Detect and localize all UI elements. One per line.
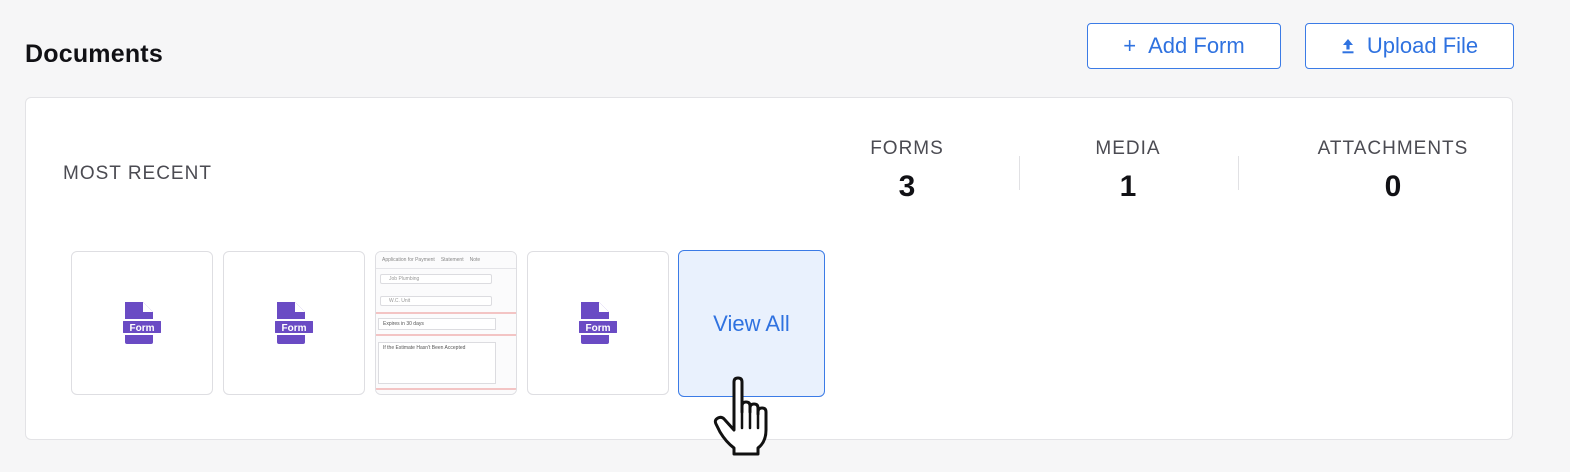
document-thumbnail: Application for Payment Statement Note J… — [376, 252, 516, 394]
upload-icon — [1341, 38, 1355, 54]
recent-form-tile[interactable]: Form — [71, 251, 213, 395]
attachments-stat-label: ATTACHMENTS — [1317, 138, 1469, 159]
form-icon-text: Form — [130, 323, 155, 334]
thumbnail-select: Expires in 30 days — [378, 318, 496, 330]
form-icon: Form — [121, 302, 163, 344]
view-all-button[interactable]: View All — [678, 250, 825, 397]
thumbnail-tab: Application for Payment — [382, 257, 435, 263]
thumbnail-field: W.C. Unit — [380, 296, 492, 306]
add-form-button[interactable]: + Add Form — [1087, 23, 1281, 69]
forms-stat-label: FORMS — [870, 138, 944, 159]
media-stat: MEDIA 1 — [1028, 138, 1228, 204]
media-stat-label: MEDIA — [1095, 138, 1161, 159]
add-form-label: Add Form — [1148, 33, 1245, 58]
thumbnail-tabs: Application for Payment Statement Note — [376, 252, 516, 269]
form-icon: Form — [273, 302, 315, 344]
form-icon-text: Form — [282, 323, 307, 334]
hand-cursor-icon — [713, 376, 768, 456]
most-recent-label: MOST RECENT — [63, 163, 212, 184]
attachments-stat: ATTACHMENTS 0 — [1293, 138, 1493, 204]
recent-form-tile[interactable]: Form — [527, 251, 669, 395]
thumbnail-field: Job Plumbing — [380, 274, 492, 284]
recent-form-tile[interactable]: Form — [223, 251, 365, 395]
form-icon: Form — [577, 302, 619, 344]
attachments-stat-value: 0 — [1384, 170, 1402, 203]
stat-divider — [1238, 156, 1239, 190]
form-icon-text: Form — [586, 323, 611, 334]
forms-stat-value: 3 — [898, 170, 916, 203]
stat-divider — [1019, 156, 1020, 190]
thumbnail-divider — [376, 334, 516, 336]
upload-file-button[interactable]: Upload File — [1305, 23, 1514, 69]
thumbnail-tab: Note — [469, 257, 481, 263]
thumbnail-divider — [376, 312, 516, 314]
recent-document-preview-tile[interactable]: Application for Payment Statement Note J… — [375, 251, 517, 395]
thumbnail-divider — [376, 388, 516, 390]
thumbnail-select: If the Estimate Hasn't Been Accepted — [378, 342, 496, 384]
upload-file-label: Upload File — [1366, 33, 1479, 58]
plus-icon: + — [1123, 33, 1137, 58]
forms-stat: FORMS 3 — [807, 138, 1007, 204]
media-stat-value: 1 — [1119, 170, 1137, 203]
thumbnail-tab: Statement — [440, 257, 464, 263]
page-title: Documents — [25, 40, 163, 68]
